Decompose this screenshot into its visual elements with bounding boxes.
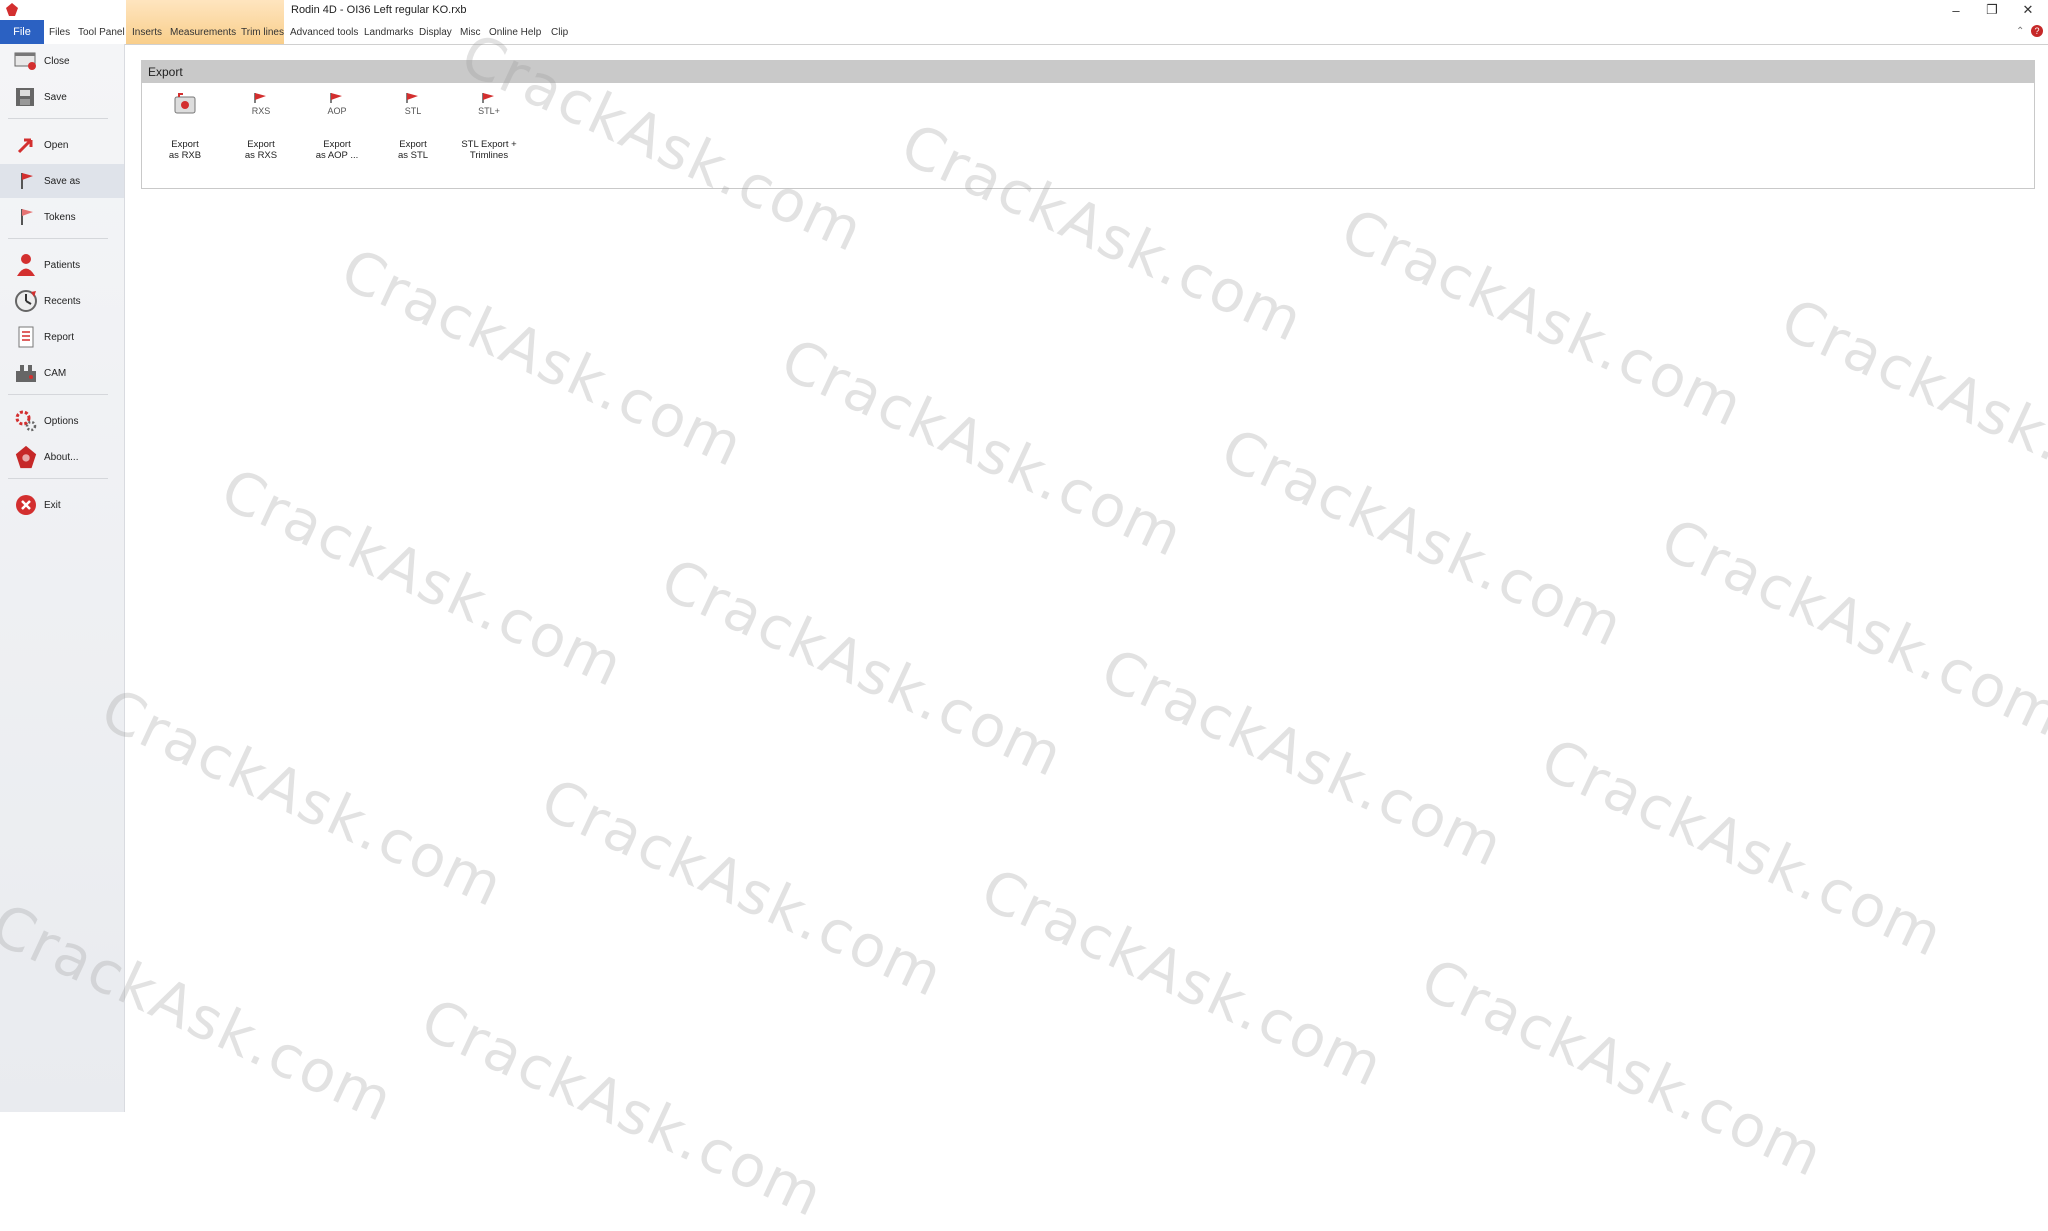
export-rxs-button[interactable]: RXS Export as RXS — [229, 91, 293, 171]
svg-text:STL: STL — [405, 106, 422, 116]
report-icon — [14, 325, 38, 349]
exit-icon — [14, 493, 38, 517]
tab-inserts[interactable]: Inserts — [132, 27, 162, 38]
export-rxb-icon — [174, 93, 196, 114]
sidebar-item-label: About... — [44, 451, 79, 463]
watermark-text: CrackAsk.com — [971, 855, 1395, 1101]
sidebar-item-label: Patients — [44, 259, 81, 271]
sidebar-item-label: Recents — [44, 295, 81, 307]
watermark-text: CrackAsk.com — [651, 545, 1075, 791]
sidebar-item-label: Save — [44, 91, 67, 103]
export-rxs-label-line2: as RXS — [244, 150, 278, 161]
minimize-button[interactable]: – — [1938, 0, 1974, 20]
tab-file[interactable]: File — [0, 20, 44, 44]
sidebar-divider — [8, 394, 108, 395]
watermark-text: CrackAsk.com — [1331, 195, 1755, 441]
close-file-icon — [14, 49, 38, 73]
sidebar-item-cam[interactable]: CAM — [0, 356, 124, 390]
export-rxb-label-line2: as RXB — [168, 150, 202, 161]
title-bar: Rodin 4D - OI36 Left regular KO.rxb – ❐ … — [0, 0, 2048, 20]
tab-trim-lines[interactable]: Trim lines — [241, 27, 284, 38]
export-aop-label-line2: as AOP ... — [315, 150, 359, 161]
sidebar-item-close[interactable]: Close — [0, 44, 124, 78]
watermark-text: CrackAsk.com — [531, 765, 955, 1011]
sidebar-item-label: Save as — [44, 175, 81, 187]
save-as-icon — [14, 169, 38, 193]
export-rxs-icon: RXS — [252, 93, 271, 116]
stl-trimlines-label-line2: Trimlines — [469, 150, 509, 161]
maximize-button[interactable]: ❐ — [1974, 0, 2010, 20]
tab-landmarks[interactable]: Landmarks — [364, 27, 413, 38]
ribbon-tabs: File Files Tool Panel Inserts Measuremen… — [0, 0, 2048, 45]
sidebar-item-exit[interactable]: Exit — [0, 488, 124, 522]
save-icon — [14, 85, 38, 109]
svg-text:STL+: STL+ — [478, 106, 500, 116]
sidebar-divider — [8, 238, 108, 239]
window-title: Rodin 4D - OI36 Left regular KO.rxb — [291, 4, 467, 16]
recents-icon — [14, 289, 38, 313]
watermark-text: CrackAsk.com — [1531, 725, 1955, 971]
help-icon[interactable]: ? — [2031, 25, 2043, 37]
ribbon-collapse-icon[interactable]: ⌃ — [2016, 26, 2024, 37]
sidebar-item-open[interactable]: Open — [0, 128, 124, 162]
export-stl-label-line2: as STL — [397, 150, 429, 161]
sidebar-item-recents[interactable]: Recents — [0, 284, 124, 318]
export-stl-label-line1: Export — [399, 139, 427, 150]
export-stl-icon: STL — [405, 93, 422, 116]
patients-icon — [14, 253, 38, 277]
export-rxb-button[interactable]: Export as RXB — [153, 91, 217, 171]
app-logo-icon — [6, 3, 18, 16]
tab-display[interactable]: Display — [419, 27, 452, 38]
stl-trimlines-label-line1: STL Export + — [461, 139, 517, 150]
sidebar-divider — [8, 478, 108, 479]
sidebar-item-tokens[interactable]: Tokens — [0, 200, 124, 234]
sidebar-item-report[interactable]: Report — [0, 320, 124, 354]
close-window-button[interactable]: ✕ — [2010, 0, 2046, 20]
svg-text:RXS: RXS — [252, 106, 271, 116]
sidebar-divider — [8, 118, 108, 119]
export-panel-title: Export — [148, 65, 183, 79]
tokens-icon — [14, 205, 38, 229]
sidebar-item-about[interactable]: About... — [0, 440, 124, 474]
sidebar-item-save[interactable]: Save — [0, 80, 124, 114]
watermark-text: CrackAsk.com — [331, 235, 755, 481]
sidebar-item-label: Open — [44, 139, 69, 151]
sidebar-item-options[interactable]: Options — [0, 404, 124, 438]
watermark-text: CrackAsk.com — [211, 455, 635, 701]
export-aop-label-line1: Export — [323, 139, 351, 150]
tab-measurements[interactable]: Measurements — [170, 27, 236, 38]
about-icon — [14, 445, 38, 469]
sidebar-item-label: CAM — [44, 367, 67, 379]
export-rxs-label-line1: Export — [247, 139, 275, 150]
tab-tool-panel[interactable]: Tool Panel — [78, 27, 125, 38]
tab-clip[interactable]: Clip — [551, 27, 568, 38]
sidebar-item-label: Report — [44, 331, 75, 343]
watermark-text: CrackAsk.com — [1211, 415, 1635, 661]
watermark-text: CrackAsk.com — [1651, 505, 2048, 751]
watermark-text: CrackAsk.com — [1411, 945, 1835, 1191]
cam-icon — [14, 361, 38, 385]
svg-text:AOP: AOP — [327, 106, 346, 116]
export-aop-button[interactable]: AOP Export as AOP ... — [305, 91, 369, 171]
sidebar-item-label: Tokens — [44, 211, 76, 223]
export-panel: Export Export as RXB RXS Export as RXS A… — [141, 60, 2035, 189]
watermark-text: CrackAsk.com — [1091, 635, 1515, 881]
export-stl-button[interactable]: STL Export as STL — [381, 91, 445, 171]
watermark-text: CrackAsk.com — [91, 675, 515, 921]
watermark-text: CrackAsk.com — [411, 985, 835, 1231]
sidebar-item-save-as[interactable]: Save as — [0, 164, 124, 198]
export-rxb-label-line1: Export — [171, 139, 199, 150]
open-icon — [14, 133, 38, 157]
export-aop-icon: AOP — [327, 93, 347, 116]
sidebar-item-label: Close — [44, 55, 70, 67]
watermark-text: CrackAsk.com — [1771, 285, 2048, 531]
sidebar-item-patients[interactable]: Patients — [0, 248, 124, 282]
tab-advanced-tools[interactable]: Advanced tools — [290, 27, 358, 38]
sidebar-item-label: Exit — [44, 499, 61, 511]
tab-files[interactable]: Files — [49, 27, 70, 38]
options-icon — [14, 409, 38, 433]
export-panel-header: Export — [142, 61, 2034, 83]
watermark-text: CrackAsk.com — [771, 325, 1195, 571]
sidebar-item-label: Options — [44, 415, 79, 427]
